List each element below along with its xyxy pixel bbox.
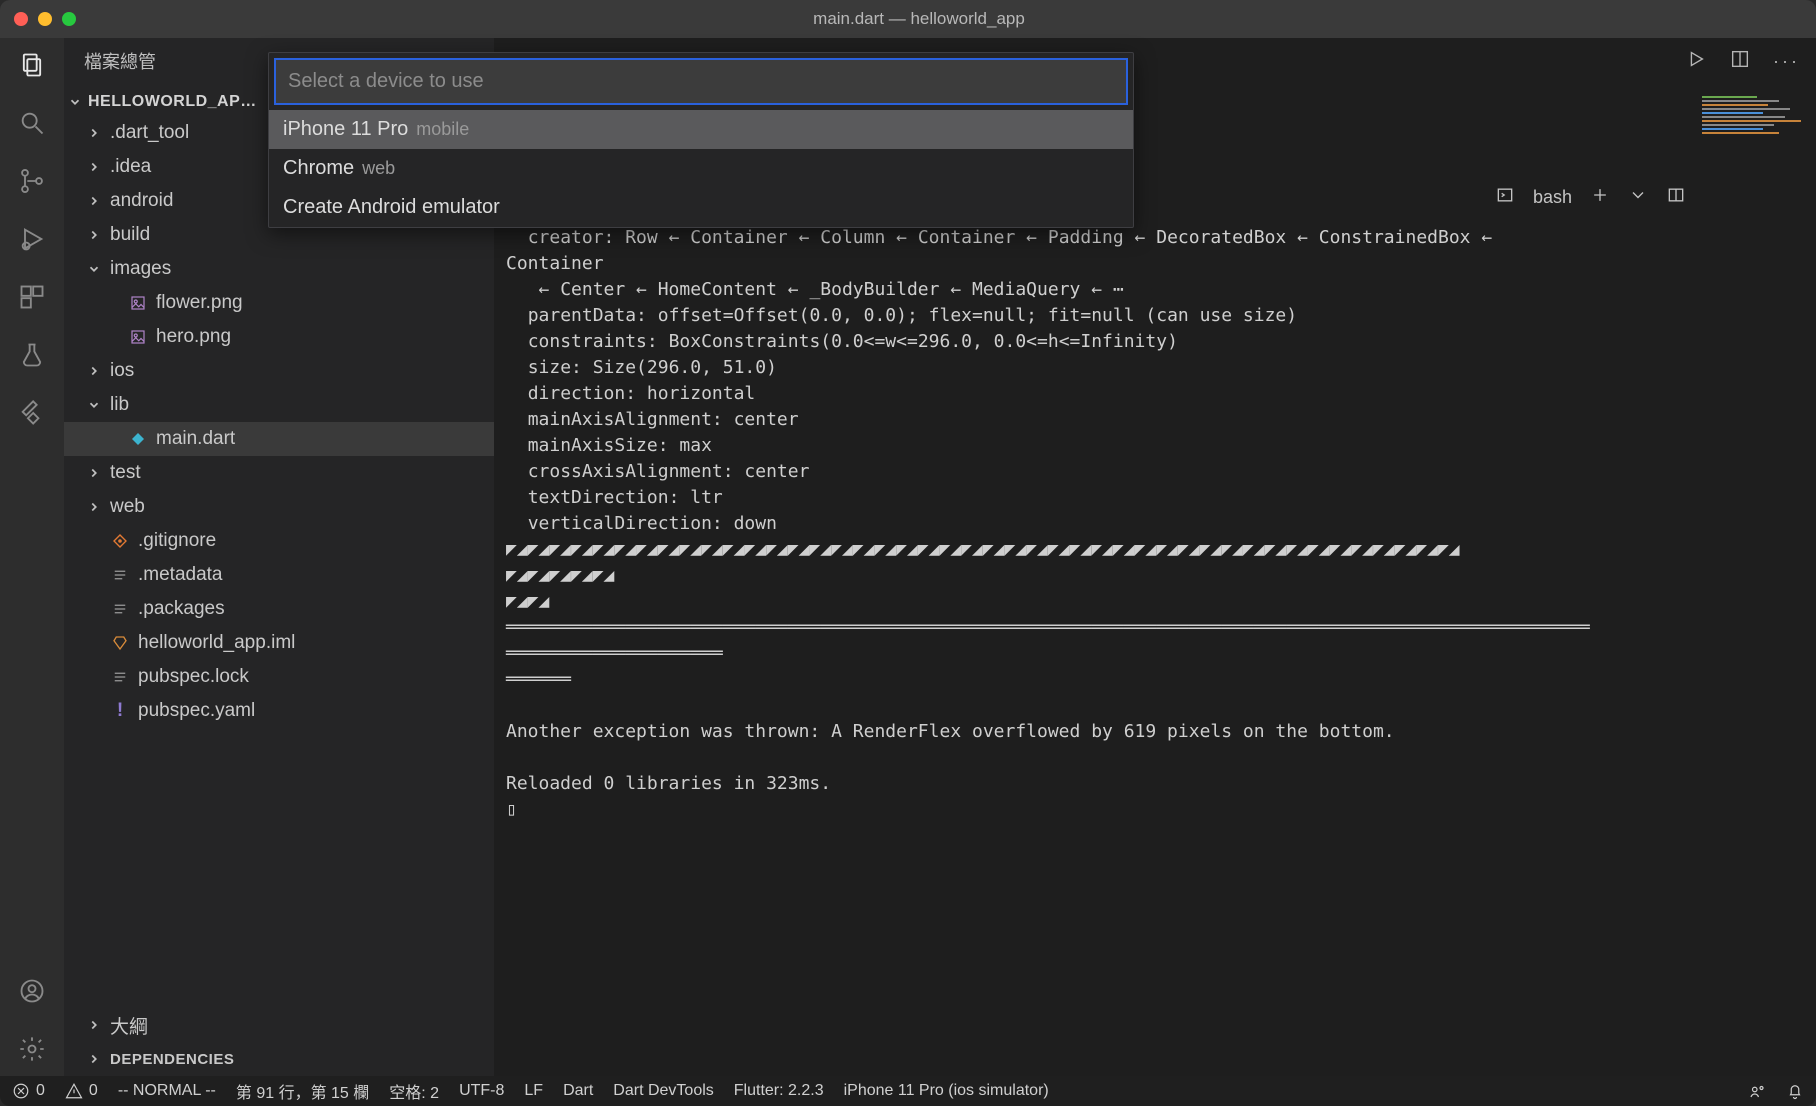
tree-label: .dart_tool <box>110 122 189 144</box>
minimap[interactable] <box>1702 94 1812 214</box>
lines-icon <box>110 668 130 686</box>
tree-folder[interactable]: ios <box>64 354 494 388</box>
explorer-icon[interactable] <box>15 48 49 82</box>
account-icon[interactable] <box>15 974 49 1008</box>
settings-gear-icon[interactable] <box>15 1032 49 1066</box>
quick-pick-input-wrap <box>275 59 1127 104</box>
outline-section[interactable]: 大綱 <box>64 1008 494 1042</box>
run-debug-icon[interactable] <box>15 222 49 256</box>
tree-file[interactable]: flower.png <box>64 286 494 320</box>
file-tree: .dart_tool .idea android build images flower.… <box>64 114 494 1007</box>
run-icon[interactable] <box>1685 48 1707 75</box>
flutter-icon[interactable] <box>15 396 49 430</box>
titlebar: main.dart — helloworld_app <box>0 0 1816 38</box>
qp-item-label: iPhone 11 Pro <box>283 118 408 140</box>
minimize-window[interactable] <box>38 12 52 26</box>
status-indent[interactable]: 空格: 2 <box>389 1079 439 1103</box>
tree-label: pubspec.yaml <box>138 700 255 722</box>
tree-label: helloworld_app.iml <box>138 632 295 654</box>
tree-label: .packages <box>138 598 225 620</box>
tree-folder[interactable]: web <box>64 490 494 524</box>
terminal-dropdown-icon[interactable] <box>1628 185 1648 210</box>
tree-label: ios <box>110 360 134 382</box>
tree-label: images <box>110 258 171 280</box>
quick-pick-item[interactable]: Create Android emulator <box>269 188 1133 227</box>
tree-label: .metadata <box>138 564 223 586</box>
tree-folder[interactable]: lib <box>64 388 494 422</box>
status-encoding[interactable]: UTF-8 <box>459 1082 504 1100</box>
tree-label: main.dart <box>156 428 235 450</box>
xml-icon <box>110 634 130 652</box>
tree-label: test <box>110 462 141 484</box>
status-warnings[interactable]: 0 <box>65 1082 98 1100</box>
activity-bar <box>0 38 64 1076</box>
tree-label: lib <box>110 394 129 416</box>
extensions-icon[interactable] <box>15 280 49 314</box>
tree-file[interactable]: ! pubspec.yaml <box>64 694 494 728</box>
feedback-icon[interactable] <box>1748 1082 1766 1100</box>
quick-pick-input[interactable] <box>288 70 1114 93</box>
quick-pick-item[interactable]: Chrome web <box>269 149 1133 188</box>
tree-file[interactable]: hero.png <box>64 320 494 354</box>
excl-icon: ! <box>110 700 130 722</box>
tree-label: flower.png <box>156 292 243 314</box>
tree-label: android <box>110 190 173 212</box>
lines-icon <box>110 566 130 584</box>
qp-item-detail: mobile <box>416 119 469 139</box>
status-errors[interactable]: 0 <box>12 1082 45 1100</box>
status-language[interactable]: Dart <box>563 1082 593 1100</box>
tree-label: pubspec.lock <box>138 666 249 688</box>
terminal-launch-icon[interactable] <box>1495 185 1515 210</box>
tree-file[interactable]: pubspec.lock <box>64 660 494 694</box>
tree-file[interactable]: .metadata <box>64 558 494 592</box>
git-icon <box>110 532 130 550</box>
more-icon[interactable]: ··· <box>1773 51 1800 72</box>
qp-item-label: Chrome <box>283 157 354 179</box>
split-editor-icon[interactable] <box>1729 48 1751 75</box>
quick-pick: iPhone 11 Pro mobile Chrome web Create Andro… <box>268 52 1134 228</box>
tree-label: hero.png <box>156 326 231 348</box>
terminal-output[interactable]: creator: Row ← Container ← Column ← Cont… <box>494 219 1816 1076</box>
test-icon[interactable] <box>15 338 49 372</box>
tree-label: build <box>110 224 150 246</box>
tree-label: .idea <box>110 156 151 178</box>
search-icon[interactable] <box>15 106 49 140</box>
image-icon <box>128 328 148 346</box>
project-name: HELLOWORLD_AP… <box>88 93 257 111</box>
tree-file[interactable]: .packages <box>64 592 494 626</box>
tree-file[interactable]: main.dart <box>64 422 494 456</box>
tree-folder[interactable]: test <box>64 456 494 490</box>
status-cursor[interactable]: 第 91 行，第 15 欄 <box>236 1079 369 1103</box>
new-terminal-icon[interactable] <box>1590 185 1610 210</box>
tree-label: .gitignore <box>138 530 216 552</box>
bell-icon[interactable] <box>1786 1082 1804 1100</box>
status-eol[interactable]: LF <box>524 1082 543 1100</box>
tree-file[interactable]: helloworld_app.iml <box>64 626 494 660</box>
close-window[interactable] <box>14 12 28 26</box>
status-devtools[interactable]: Dart DevTools <box>613 1082 713 1100</box>
qp-item-label: Create Android emulator <box>283 196 500 218</box>
status-vim-mode: -- NORMAL -- <box>118 1082 216 1100</box>
image-icon <box>128 294 148 312</box>
tree-file[interactable]: .gitignore <box>64 524 494 558</box>
status-flutter[interactable]: Flutter: 2.2.3 <box>734 1082 824 1100</box>
dependencies-section[interactable]: DEPENDENCIES <box>64 1042 494 1076</box>
status-device[interactable]: iPhone 11 Pro (ios simulator) <box>844 1082 1049 1100</box>
qp-item-detail: web <box>362 158 395 178</box>
zoom-window[interactable] <box>62 12 76 26</box>
split-terminal-icon[interactable] <box>1666 185 1686 210</box>
tree-label: web <box>110 496 145 518</box>
quick-pick-item[interactable]: iPhone 11 Pro mobile <box>269 110 1133 149</box>
lines-icon <box>110 600 130 618</box>
panel: 問題 輸出 終端機 偵錯主控台 bash <box>494 174 1816 1076</box>
status-bar: 0 0 -- NORMAL -- 第 91 行，第 15 欄 空格: 2 UTF… <box>0 1076 1816 1106</box>
terminal-shell-name[interactable]: bash <box>1533 187 1572 208</box>
source-control-icon[interactable] <box>15 164 49 198</box>
dart-icon <box>128 430 148 448</box>
tree-folder[interactable]: images <box>64 252 494 286</box>
window-title: main.dart — helloworld_app <box>96 9 1742 29</box>
